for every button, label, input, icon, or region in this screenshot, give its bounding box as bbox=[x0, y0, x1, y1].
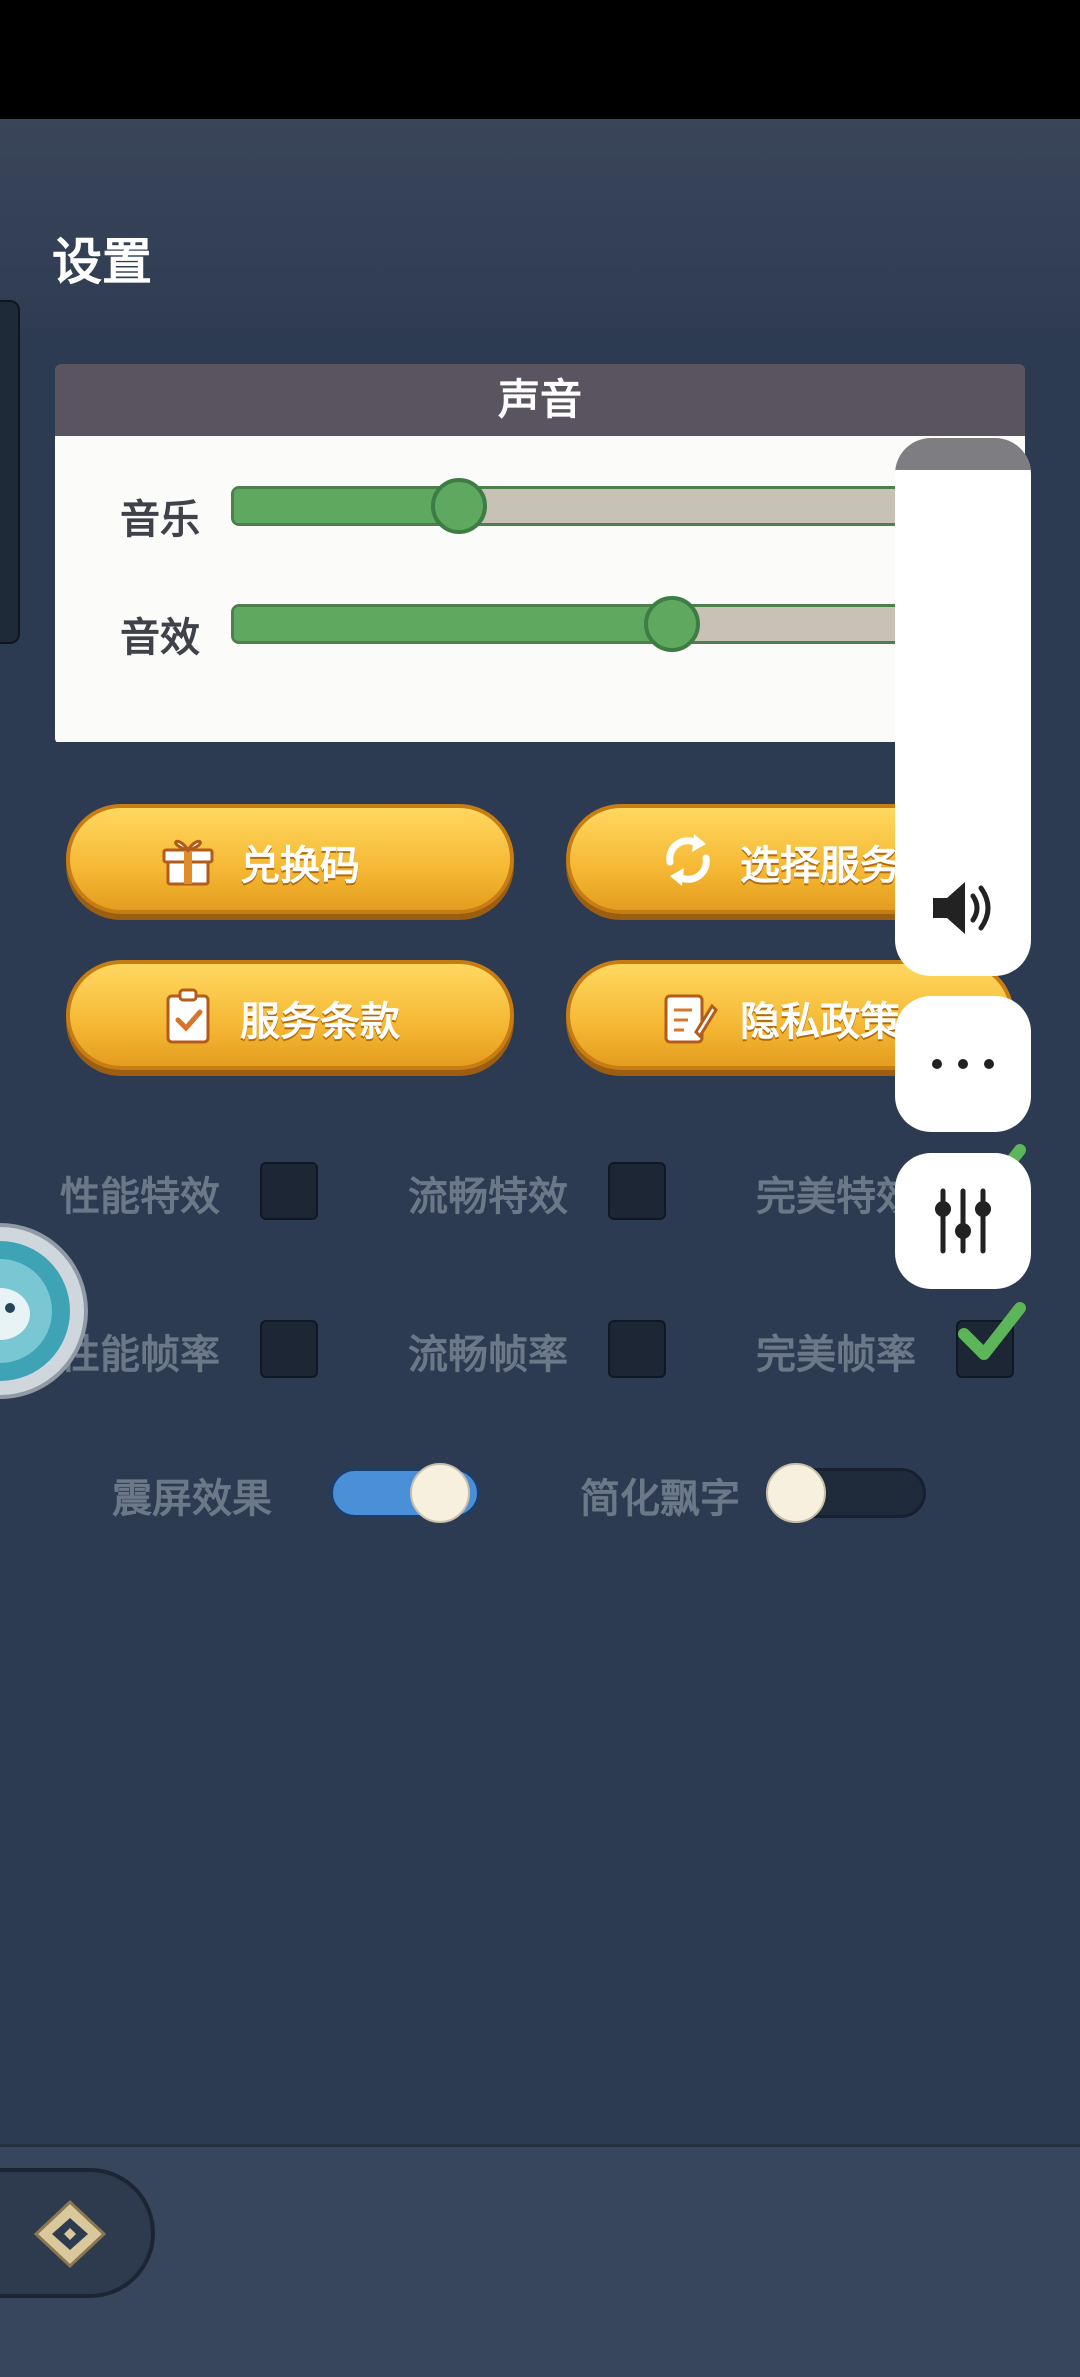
sfx-slider[interactable] bbox=[231, 604, 991, 644]
redeem-code-button[interactable]: 兑换码 bbox=[66, 804, 514, 914]
home-button[interactable] bbox=[0, 2168, 155, 2298]
refresh-icon bbox=[666, 834, 710, 886]
sfx-slider-fill bbox=[234, 607, 675, 641]
effects-performance-checkbox[interactable] bbox=[260, 1162, 318, 1220]
sfx-label: 音效 bbox=[120, 615, 200, 661]
sound-panel-body: 音乐 音效 bbox=[55, 436, 1025, 742]
volume-panel[interactable] bbox=[895, 438, 1031, 976]
redeem-code-label: 兑换码 bbox=[240, 843, 360, 889]
music-slider-knob[interactable] bbox=[431, 478, 487, 534]
screen-shake-toggle-knob[interactable] bbox=[410, 1463, 470, 1523]
music-label: 音乐 bbox=[120, 497, 200, 543]
floating-assistant-button[interactable] bbox=[0, 1222, 88, 1400]
more-icon bbox=[932, 1059, 994, 1069]
equalizer-icon bbox=[935, 1188, 991, 1254]
effects-performance-label: 性能特效 bbox=[60, 1174, 220, 1220]
more-options-button[interactable] bbox=[895, 996, 1031, 1132]
framerate-smooth-label: 流畅帧率 bbox=[408, 1332, 568, 1378]
select-server-label: 选择服务 bbox=[740, 843, 900, 889]
status-bar bbox=[0, 0, 1080, 119]
effects-smooth-label: 流畅特效 bbox=[408, 1174, 568, 1220]
volume-level-indicator bbox=[895, 438, 1031, 470]
clipboard-check-icon bbox=[166, 988, 210, 1044]
framerate-perfect-label: 完美帧率 bbox=[756, 1332, 916, 1378]
bottom-bar bbox=[0, 2144, 1080, 2377]
home-icon bbox=[33, 2199, 107, 2269]
privacy-policy-label: 隐私政策 bbox=[740, 999, 900, 1045]
sound-panel-title: 声音 bbox=[55, 364, 1025, 436]
framerate-performance-checkbox[interactable] bbox=[260, 1320, 318, 1378]
terms-of-service-label: 服务条款 bbox=[240, 999, 400, 1045]
effects-perfect-label: 完美特效 bbox=[756, 1174, 916, 1220]
music-slider-fill bbox=[234, 489, 462, 523]
page-title: 设置 bbox=[52, 233, 152, 291]
sfx-slider-knob[interactable] bbox=[644, 596, 700, 652]
simplify-text-toggle-knob[interactable] bbox=[766, 1463, 826, 1523]
effects-smooth-checkbox[interactable] bbox=[608, 1162, 666, 1220]
screen-shake-label: 震屏效果 bbox=[112, 1476, 272, 1522]
terms-of-service-button[interactable]: 服务条款 bbox=[66, 960, 514, 1070]
sound-panel: 声音 音乐 音效 bbox=[55, 364, 1025, 744]
check-icon bbox=[958, 1302, 1026, 1360]
framerate-smooth-checkbox[interactable] bbox=[608, 1320, 666, 1378]
simplify-text-label: 简化飘字 bbox=[580, 1476, 740, 1522]
gift-icon bbox=[162, 839, 214, 886]
sound-settings-button[interactable] bbox=[895, 1153, 1031, 1289]
header-background bbox=[0, 119, 1080, 329]
edit-document-icon bbox=[664, 994, 718, 1044]
music-slider[interactable] bbox=[231, 486, 991, 526]
side-drawer-handle[interactable] bbox=[0, 300, 20, 644]
speaker-icon[interactable] bbox=[925, 870, 1001, 946]
